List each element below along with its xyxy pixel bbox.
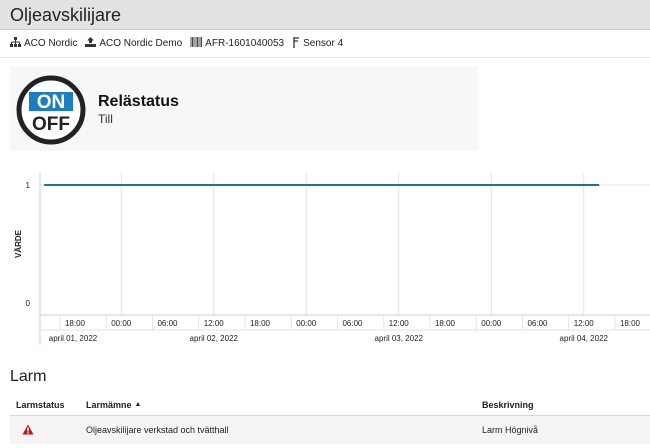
breadcrumb-label: AFR-1601040053	[205, 38, 285, 49]
breadcrumb-item-site[interactable]: ACO Nordic Demo	[85, 37, 182, 50]
x-time-tick-label: 12:00	[389, 319, 410, 328]
x-time-tick-label: 18:00	[435, 319, 456, 328]
x-time-tick-label: 06:00	[157, 319, 178, 328]
x-date-tick-label: april 01, 2022	[49, 334, 98, 343]
warning-icon	[22, 424, 34, 437]
barcode-icon	[189, 37, 203, 50]
status-card: ON OFF Relästatus Till	[10, 67, 478, 151]
breadcrumb-label: ACO Nordic Demo	[99, 38, 183, 49]
x-time-tick-label: 12:00	[574, 319, 595, 328]
column-header-subject[interactable]: Larmämne ▲	[86, 394, 141, 415]
upload-icon	[85, 37, 97, 50]
column-header-status[interactable]: Larmstatus	[16, 394, 65, 415]
x-time-tick-label: 12:00	[204, 319, 225, 328]
breadcrumb-label: Sensor 4	[303, 38, 344, 49]
on-off-logo: ON OFF	[16, 75, 86, 145]
x-time-tick-label: 00:00	[111, 319, 132, 328]
x-time-tick-label: 06:00	[342, 319, 363, 328]
x-time-tick-label: 18:00	[250, 319, 271, 328]
breadcrumb-item-device[interactable]: AFR-1601040053	[189, 37, 285, 50]
alarm-description-cell: Larm Högnivå	[482, 425, 539, 435]
y-tick-label: 1	[26, 181, 31, 190]
status-heading: Relästatus	[98, 93, 179, 110]
alarm-subject-cell: Oljeavskilijare verkstad och tvätthall	[86, 425, 229, 435]
logo-off-text: OFF	[32, 114, 70, 135]
x-date-tick-label: april 02, 2022	[190, 334, 239, 343]
breadcrumb: ACO Nordic ACO Nordic Demo AFR-160104005…	[0, 30, 650, 58]
column-header-description[interactable]: Beskrivning	[482, 394, 534, 415]
table-row[interactable]: Oljeavskilijare verkstad och tvätthall L…	[10, 416, 650, 444]
title-bar: Oljeavskilijare	[0, 0, 650, 30]
alarms-table-header: Larmstatus Larmämne ▲ Beskrivning	[10, 394, 650, 416]
sensor-icon	[292, 36, 300, 51]
sitemap-icon	[10, 37, 21, 50]
x-date-tick-label: april 04, 2022	[560, 334, 609, 343]
chart-canvas: 1 0 VÄRDE 18:00 00:00 06:00 12:00 18:00 00:00 06:…	[14, 173, 650, 345]
x-time-tick-label: 06:00	[527, 319, 548, 328]
x-time-tick-label: 18:00	[65, 319, 86, 328]
breadcrumb-item-sensor[interactable]: Sensor 4	[292, 36, 344, 51]
y-tick-label: 0	[26, 299, 31, 308]
y-axis-label: VÄRDE	[14, 229, 23, 258]
x-time-tick-label: 00:00	[481, 319, 502, 328]
status-value: Till	[98, 112, 113, 126]
alarms-title: Larm	[10, 368, 47, 385]
x-date-tick-label: april 03, 2022	[375, 334, 424, 343]
relay-chart: 1 0 VÄRDE 18:00 00:00 06:00 12:00 18:00 00:00 06:…	[0, 165, 650, 345]
x-time-tick-label: 00:00	[296, 319, 317, 328]
alarm-status-cell	[16, 416, 34, 444]
sort-ascending-icon: ▲	[134, 401, 142, 408]
x-time-tick-label: 18:00	[620, 319, 641, 328]
page-title: Oljeavskilijare	[10, 5, 122, 25]
breadcrumb-label: ACO Nordic	[24, 38, 78, 49]
breadcrumb-item-organization[interactable]: ACO Nordic	[10, 37, 77, 50]
logo-on-text: ON	[37, 92, 66, 113]
